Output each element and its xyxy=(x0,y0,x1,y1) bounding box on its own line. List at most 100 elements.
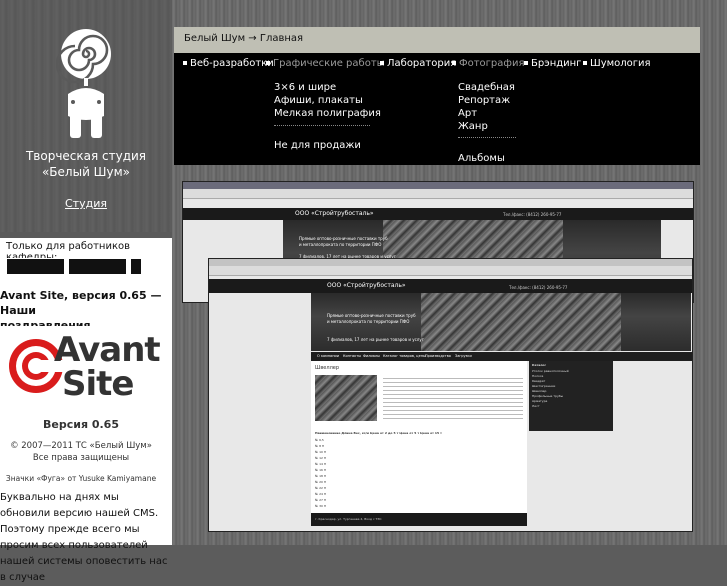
catalog-item[interactable]: Уголок равнополочный xyxy=(532,369,569,373)
nav-item-photo[interactable]: Фотография xyxy=(452,58,524,69)
catalog-item[interactable]: Шестигранник xyxy=(532,384,555,388)
catalog-item[interactable]: Арматура xyxy=(532,399,547,403)
banner-text: Прямые оптово-розничные поставки труб и … xyxy=(299,236,388,248)
site-header: ООО «Стройтрубосталь» Тел./факс: (8412) … xyxy=(209,279,692,293)
site-footer-text: г. Краснодар, ул. Тургенева 4, Вход с ТЭ… xyxy=(315,517,382,521)
nav-bullet xyxy=(183,61,187,65)
site-nav-item[interactable]: О компании xyxy=(317,354,339,358)
table-row: № 14 П xyxy=(315,462,327,466)
table-row: № 20 П xyxy=(315,480,327,484)
dropdown-separator xyxy=(274,125,370,126)
dropdown-item-reportage[interactable]: Репортаж xyxy=(458,95,510,106)
news-title-line1[interactable]: Avant Site, версия 0.65 — Наши xyxy=(0,288,172,318)
catalog-title: Каталог xyxy=(532,363,547,367)
table-row: № 18 П xyxy=(315,474,327,478)
nav-label: Лаборатория xyxy=(387,58,457,69)
site-catalog-sidebar: Каталог Уголок равнополочный Полоса Квад… xyxy=(529,361,613,431)
table-header: Наименование Длина Вес, кг/м Цена от 2 д… xyxy=(315,431,442,435)
studio-name-line1: Творческая студия xyxy=(25,149,147,163)
nav-dropdown: 3×6 и шире Афиши, плакаты Мелкая полигра… xyxy=(174,75,700,165)
avant-site-logo: Avant Site Версия 0.65 © 2007—2011 ТС «Б… xyxy=(0,326,162,488)
studio-name: Творческая студия «Белый Шум» xyxy=(0,148,172,180)
news-text: Буквально на днях мы обновили версию наш… xyxy=(0,492,168,583)
content-paragraph xyxy=(383,375,523,419)
site-footer: г. Краснодар, ул. Тургенева 4, Вход с ТЭ… xyxy=(311,513,527,526)
nav-item-graphics[interactable]: Графические работы xyxy=(266,58,385,69)
left-column: Творческая студия «Белый Шум» Студия Тол… xyxy=(0,0,172,583)
nav-bullet xyxy=(380,61,384,65)
table-row: № 30 П xyxy=(315,504,327,508)
site-nav-item[interactable]: Филиалы xyxy=(363,354,380,358)
nav-item-branding[interactable]: Брэндинг xyxy=(524,58,581,69)
dropdown-item-3x6[interactable]: 3×6 и шире xyxy=(274,82,336,93)
site-header: ООО «Стройтрубосталь» Тел./факс: (8412) … xyxy=(183,208,693,220)
table-row: № 24 П xyxy=(315,492,327,496)
nav-item-noise[interactable]: Шумология xyxy=(583,58,651,69)
browser-titlebar xyxy=(183,182,693,189)
site-phone: Тел./факс: (8412) 260-95-77 xyxy=(509,285,568,290)
banner-line3: 7 филиалов, 17 лет на рынке товаров и ус… xyxy=(327,337,424,342)
nav-item-lab[interactable]: Лаборатория xyxy=(380,58,456,69)
catalog-item[interactable]: Лист xyxy=(532,404,540,408)
dropdown-item-posters[interactable]: Афиши, плакаты xyxy=(274,95,363,106)
dropdown-item-wedding[interactable]: Свадебная xyxy=(458,82,515,93)
table-row: № 6,5 xyxy=(315,438,324,442)
dropdown-item-genre[interactable]: Жанр xyxy=(458,121,488,132)
site-phone: Тел./факс: (8412) 260-95-77 xyxy=(503,212,562,217)
catalog-item[interactable]: Профильные трубы xyxy=(532,394,563,398)
banner-line2: и металлопроката по территории ПФО xyxy=(327,319,410,324)
dropdown-item-art[interactable]: Арт xyxy=(458,108,477,119)
site-name: ООО «Стройтрубосталь» xyxy=(295,210,374,217)
browser-address-bar xyxy=(209,266,692,276)
nav-item-web[interactable]: Веб-разработки xyxy=(183,58,274,69)
logo-area: Творческая студия «Белый Шум» Студия xyxy=(0,0,172,232)
avant-version: Версия 0.65 xyxy=(43,418,119,431)
breadcrumb[interactable]: Белый Шум → Главная xyxy=(184,33,303,44)
avant-word2: Site xyxy=(62,364,134,404)
site-name: ООО «Стройтрубосталь» xyxy=(327,282,406,289)
staff-password-field[interactable] xyxy=(68,258,127,275)
avant-copyright-line1: © 2007—2011 ТС «Белый Шум» xyxy=(10,441,152,451)
staff-login-field[interactable] xyxy=(6,258,65,275)
banner-line2: и металлопроката по территории ПФО xyxy=(299,242,382,247)
table-row: № 16 П xyxy=(315,468,327,472)
browser-titlebar xyxy=(209,259,692,266)
dropdown-item-albums[interactable]: Альбомы xyxy=(458,153,505,164)
portfolio-screenshot-front[interactable]: ООО «Стройтрубосталь» Тел./факс: (8412) … xyxy=(208,258,693,532)
nav-bullet xyxy=(452,61,456,65)
site-nav: О компании Контакты Филиалы Каталог това… xyxy=(311,352,692,361)
channel-photo xyxy=(315,375,377,421)
table-row: № 8 П xyxy=(315,444,325,448)
site-nav-item[interactable]: Каталог товаров, цены xyxy=(383,354,426,358)
catalog-item[interactable]: Швеллер xyxy=(532,389,546,393)
nav-label: Веб-разработки xyxy=(190,58,274,69)
white-noise-logo-icon[interactable] xyxy=(56,28,116,140)
site-content: Швеллер Наименование Длина Вес, кг/м Цен… xyxy=(311,361,527,526)
catalog-item[interactable]: Квадрат xyxy=(532,379,545,383)
studio-link[interactable]: Студия xyxy=(0,197,172,210)
nav-label: Шумология xyxy=(590,58,651,69)
site-nav-item[interactable]: Контакты xyxy=(343,354,361,358)
site-nav-item[interactable]: Производство xyxy=(425,354,451,358)
nav-bullet xyxy=(266,61,270,65)
staff-login-button[interactable] xyxy=(130,258,142,275)
dropdown-item-not-for-sale[interactable]: Не для продажи xyxy=(274,140,361,151)
nav-label: Фотография xyxy=(459,58,525,69)
studio-name-line2: «Белый Шум» xyxy=(41,165,131,179)
nav-bullet xyxy=(583,61,587,65)
table-row: № 27 П xyxy=(315,498,327,502)
catalog-item[interactable]: Полоса xyxy=(532,374,543,378)
breadcrumb-bar: Белый Шум → Главная xyxy=(174,27,700,53)
dropdown-item-small-print[interactable]: Мелкая полиграфия xyxy=(274,108,381,119)
content-title: Швеллер xyxy=(315,365,340,371)
table-row: № 10 П xyxy=(315,450,327,454)
table-row: № 22 П xyxy=(315,486,327,490)
avant-copyright: © 2007—2011 ТС «Белый Шум» Все права защ… xyxy=(0,440,162,464)
news-block: Avant Site, версия 0.65 — Наши поздравле… xyxy=(0,284,172,583)
site-nav-item[interactable]: Загрузки xyxy=(455,354,472,358)
table-row: № 12 П xyxy=(315,456,327,460)
staff-login-box: Только для работников кафедры: xyxy=(0,238,172,284)
pipes-image xyxy=(421,293,621,351)
browser-address-bar xyxy=(183,189,693,199)
avant-icons-credit: Значки «Фуга» от Yusuke Kamiyamane xyxy=(5,474,157,483)
